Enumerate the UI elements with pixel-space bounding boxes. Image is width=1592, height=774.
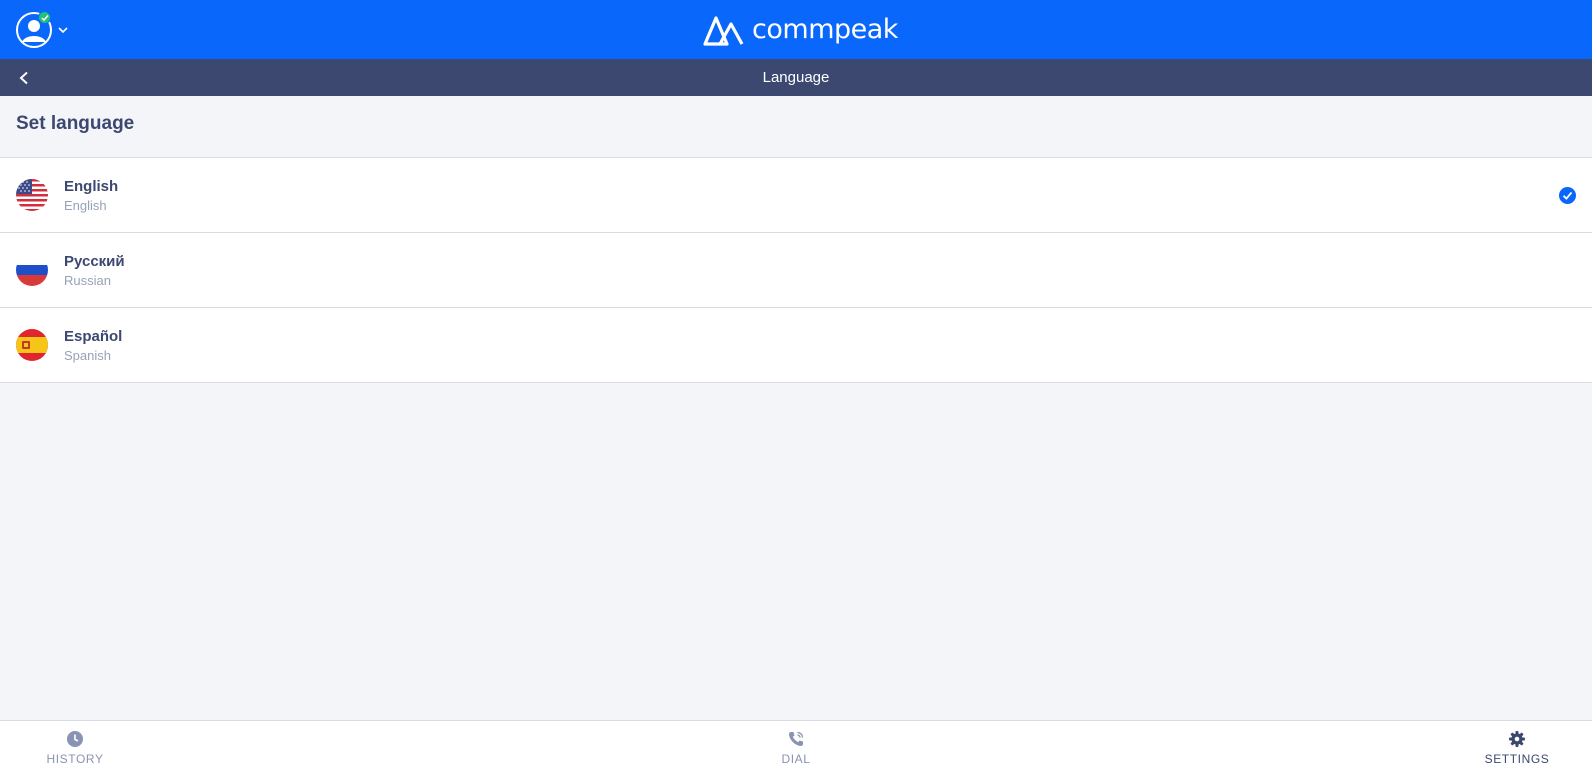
check-icon — [40, 14, 49, 21]
language-english-name: English — [64, 198, 107, 213]
sub-header: Language — [0, 59, 1592, 96]
online-status-badge — [38, 11, 51, 24]
language-english-name: Russian — [64, 273, 111, 288]
russia-flag-icon — [16, 254, 48, 286]
language-name: Español — [64, 328, 123, 345]
bottom-navigation: HISTORY DIAL SETTINGS — [0, 720, 1592, 774]
language-name: Русский — [64, 253, 125, 270]
nav-settings[interactable]: SETTINGS — [1462, 721, 1572, 774]
user-menu-button[interactable] — [15, 11, 71, 49]
spain-flag-icon — [16, 329, 48, 361]
brand-logo: commpeak — [702, 13, 898, 47]
language-option-spanish[interactable]: Español Spanish — [0, 308, 1592, 383]
language-list: English English Русский Russian Español … — [0, 157, 1592, 383]
section-title: Set language — [16, 113, 135, 134]
top-bar: commpeak — [0, 0, 1592, 59]
language-option-russian[interactable]: Русский Russian — [0, 233, 1592, 308]
commpeak-logo-icon — [703, 15, 744, 46]
language-english-name: Spanish — [64, 348, 111, 363]
language-name: English — [64, 178, 119, 195]
phone-icon — [789, 731, 804, 746]
gear-icon — [1509, 731, 1525, 747]
nav-history[interactable]: HISTORY — [20, 721, 130, 774]
clock-icon — [67, 731, 83, 747]
us-flag-icon — [16, 179, 48, 211]
nav-history-label: HISTORY — [46, 752, 104, 766]
chevron-left-icon — [19, 71, 28, 85]
back-button[interactable] — [14, 68, 34, 88]
nav-settings-label: SETTINGS — [1484, 752, 1550, 766]
selected-check-icon — [1559, 187, 1576, 204]
avatar — [15, 11, 53, 49]
language-option-english[interactable]: English English — [0, 158, 1592, 233]
nav-dial[interactable]: DIAL — [741, 721, 851, 774]
page-title: Language — [762, 69, 830, 86]
brand-name: commpeak — [752, 14, 898, 45]
chevron-down-icon — [58, 27, 68, 34]
nav-dial-label: DIAL — [781, 752, 811, 766]
